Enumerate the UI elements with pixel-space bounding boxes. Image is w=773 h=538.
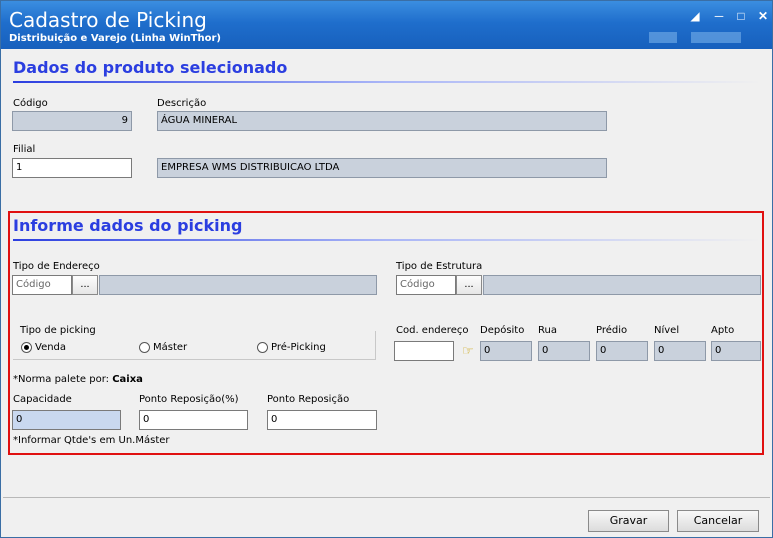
tipo-estrutura-label: Tipo de Estrutura — [396, 261, 483, 272]
nivel-field: 0 — [654, 341, 706, 361]
tipo-picking-label: Tipo de picking — [20, 325, 96, 336]
blurred-region — [649, 32, 677, 43]
filial-input[interactable]: 1 — [12, 158, 132, 178]
cadastro-picking-window: Cadastro de Picking Distribuição e Varej… — [0, 0, 773, 538]
ponto-reposicao-pct-label: Ponto Reposição(%) — [139, 394, 239, 405]
help-icon[interactable]: ◢ — [687, 9, 703, 23]
descricao-label: Descrição — [157, 98, 207, 109]
rua-label: Rua — [538, 325, 557, 336]
apto-label: Apto — [711, 325, 735, 336]
cancelar-button[interactable]: Cancelar — [677, 510, 759, 532]
nivel-label: Nível — [654, 325, 680, 336]
informar-note: *Informar Qtde's em Un.Máster — [13, 435, 170, 446]
apto-field: 0 — [711, 341, 761, 361]
tipo-endereco-code-input[interactable]: Código — [12, 275, 72, 295]
blurred-region — [691, 32, 741, 43]
window-title: Cadastro de Picking — [9, 8, 207, 32]
deposito-field: 0 — [480, 341, 532, 361]
section-title-produto: Dados do produto selecionado — [13, 58, 288, 77]
window-subtitle: Distribuição e Varejo (Linha WinThor) — [9, 33, 221, 44]
rua-field: 0 — [538, 341, 590, 361]
cod-endereco-label: Cod. endereço — [396, 325, 469, 336]
radio-venda[interactable] — [21, 342, 32, 353]
descricao-field: ÁGUA MINERAL — [157, 111, 607, 131]
bottom-separator — [3, 497, 770, 498]
codigo-field: 9 — [12, 111, 132, 131]
capacidade-input[interactable]: 0 — [12, 410, 121, 430]
maximize-icon[interactable]: □ — [733, 9, 749, 23]
tipo-endereco-label: Tipo de Endereço — [13, 261, 100, 272]
cod-endereco-input[interactable] — [394, 341, 454, 361]
predio-field: 0 — [596, 341, 648, 361]
form-content: Dados do produto selecionado Código 9 De… — [3, 49, 770, 535]
tipo-endereco-search-button[interactable]: ... — [72, 275, 98, 295]
filial-label: Filial — [13, 144, 36, 155]
norma-label: *Norma palete por: — [13, 374, 110, 385]
radio-master-label: Máster — [153, 342, 188, 353]
empresa-field: EMPRESA WMS DISTRIBUICAO LTDA — [157, 158, 607, 178]
ponto-reposicao-label: Ponto Reposição — [267, 394, 350, 405]
pointing-hand-icon[interactable]: ☞ — [462, 343, 474, 359]
title-bar[interactable]: Cadastro de Picking Distribuição e Varej… — [1, 1, 772, 49]
capacidade-label: Capacidade — [13, 394, 72, 405]
minimize-icon[interactable]: ─ — [711, 9, 727, 23]
ponto-reposicao-input[interactable]: 0 — [267, 410, 377, 430]
tipo-endereco-desc-field — [99, 275, 377, 295]
norma-palete: *Norma palete por: Caixa — [13, 374, 143, 385]
predio-label: Prédio — [596, 325, 628, 336]
radio-master[interactable] — [139, 342, 150, 353]
close-icon[interactable]: ✕ — [755, 9, 771, 23]
radio-prepicking[interactable] — [257, 342, 268, 353]
tipo-estrutura-code-input[interactable]: Código — [396, 275, 456, 295]
section-divider — [13, 239, 761, 241]
radio-prepicking-label: Pré-Picking — [271, 342, 326, 353]
radio-venda-label: Venda — [35, 342, 67, 353]
norma-value: Caixa — [112, 374, 143, 385]
section-title-picking: Informe dados do picking — [13, 216, 243, 235]
tipo-estrutura-search-button[interactable]: ... — [456, 275, 482, 295]
deposito-label: Depósito — [480, 325, 525, 336]
gravar-button[interactable]: Gravar — [588, 510, 669, 532]
section-divider — [13, 81, 761, 83]
tipo-estrutura-desc-field — [483, 275, 761, 295]
codigo-label: Código — [13, 98, 48, 109]
ponto-reposicao-pct-input[interactable]: 0 — [139, 410, 248, 430]
